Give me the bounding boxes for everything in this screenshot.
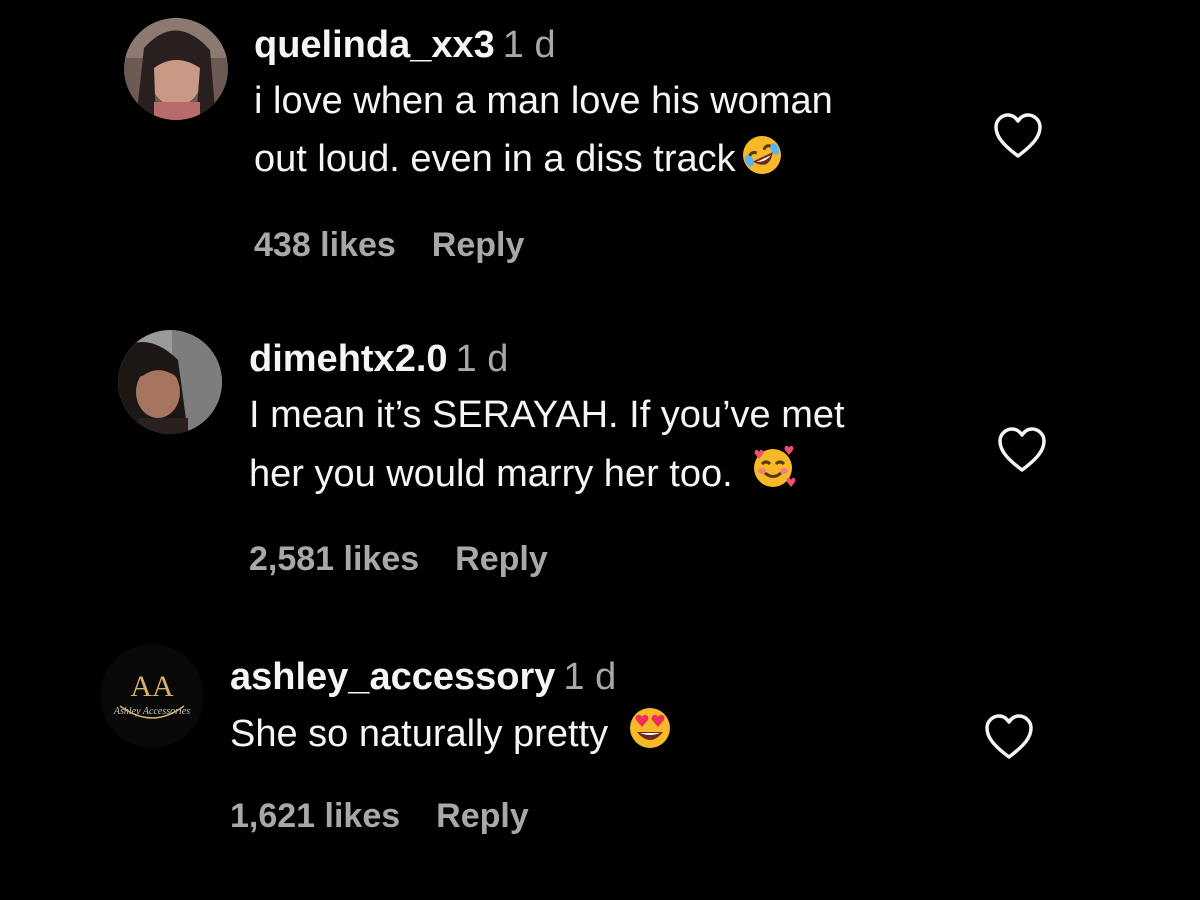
timestamp: 1 d (563, 656, 617, 698)
reply-button[interactable]: Reply (432, 226, 525, 264)
username[interactable]: dimehtx2.0 (249, 338, 448, 380)
comment-text: She so naturally pretty (230, 704, 950, 769)
comment-text-line: out loud. even in a diss track (254, 138, 736, 180)
comment-meta: 1,621 likes Reply (230, 797, 529, 836)
likes-count[interactable]: 2,581 likes (249, 540, 419, 578)
comment-header: dimehtx2.0 1 d (249, 336, 969, 382)
avatar[interactable] (124, 18, 228, 120)
reply-button[interactable]: Reply (436, 797, 529, 835)
profile-photo-icon (118, 330, 222, 434)
brand-logo-icon: AA Ashley Accessories (100, 644, 204, 748)
timestamp: 1 d (502, 24, 556, 66)
comment-text-line: her you would marry her too. (249, 453, 733, 495)
comment-meta: 438 likes Reply (254, 226, 524, 265)
timestamp: 1 d (455, 338, 509, 380)
comment-text: i love when a man love his woman out lou… (254, 72, 974, 194)
likes-count[interactable]: 1,621 likes (230, 797, 400, 835)
comment-text: I mean it’s SERAYAH. If you’ve met her y… (249, 386, 969, 509)
rolling-on-floor-laughing-icon (740, 133, 784, 194)
avatar[interactable]: AA Ashley Accessories (100, 644, 204, 748)
like-heart-icon[interactable] (992, 112, 1044, 165)
comment-header: quelinda_xx3 1 d (254, 22, 974, 68)
likes-count[interactable]: 438 likes (254, 226, 396, 264)
heart-eyes-icon (626, 704, 674, 769)
avatar[interactable] (118, 330, 222, 434)
comment-meta: 2,581 likes Reply (249, 540, 548, 579)
username[interactable]: ashley_accessory (230, 656, 555, 698)
comment-header: ashley_accessory 1 d (230, 654, 950, 700)
smiling-face-with-hearts-icon (749, 444, 797, 509)
comment-text-line: She so naturally pretty (230, 713, 609, 755)
reply-button[interactable]: Reply (455, 540, 548, 578)
logo-monogram: AA (130, 670, 174, 703)
like-heart-icon[interactable] (983, 713, 1035, 766)
username[interactable]: quelinda_xx3 (254, 24, 495, 66)
profile-photo-icon (124, 18, 228, 120)
logo-script: Ashley Accessories (113, 706, 190, 717)
like-heart-icon[interactable] (996, 426, 1048, 479)
comment-text-line: i love when a man love his woman (254, 80, 833, 122)
comment-text-line: I mean it’s SERAYAH. If you’ve met (249, 394, 845, 436)
